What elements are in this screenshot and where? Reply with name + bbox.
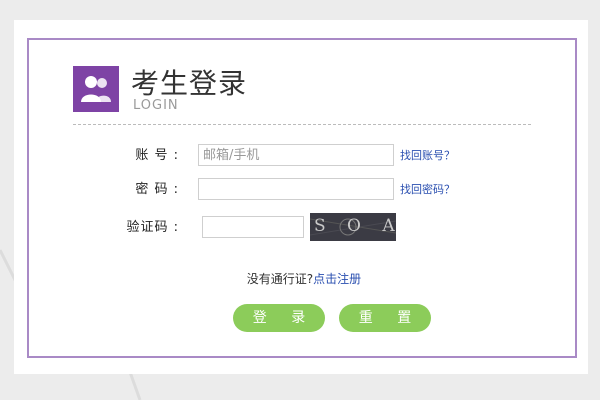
captcha-label: 验证码 : bbox=[126, 220, 179, 235]
captcha-image[interactable]: S O A J bbox=[310, 213, 396, 241]
register-prompt: 没有通行证?点击注册 bbox=[29, 270, 579, 287]
login-panel: 考生登录 LOGIN 账 号 : 找回账号？ 密 码 : 找回密码？ 验证码 : bbox=[27, 38, 577, 358]
captcha-row: 验证码 : S O A J bbox=[29, 213, 579, 241]
password-label: 密 码 : bbox=[135, 182, 179, 197]
account-label: 账 号 : bbox=[135, 148, 179, 163]
reset-button[interactable]: 重 置 bbox=[339, 304, 431, 332]
login-button[interactable]: 登 录 bbox=[233, 304, 325, 332]
page-title: 考生登录 bbox=[131, 67, 248, 100]
captcha-text: S O A J bbox=[314, 216, 395, 236]
users-icon bbox=[73, 66, 119, 112]
forgot-account-link[interactable]: 找回账号？ bbox=[400, 144, 455, 168]
account-row: 账 号 : 找回账号？ bbox=[29, 144, 579, 168]
page-area: 考生登录 LOGIN 账 号 : 找回账号？ 密 码 : 找回密码？ 验证码 : bbox=[14, 20, 588, 374]
register-text: 没有通行证? bbox=[246, 272, 314, 286]
page-subtitle: LOGIN bbox=[133, 98, 179, 113]
forgot-password-link[interactable]: 找回密码？ bbox=[400, 178, 455, 202]
header-divider bbox=[73, 124, 531, 125]
password-input[interactable] bbox=[198, 178, 394, 200]
account-input[interactable] bbox=[198, 144, 394, 166]
password-row: 密 码 : 找回密码？ bbox=[29, 178, 579, 202]
register-link[interactable]: 点击注册 bbox=[313, 272, 361, 286]
captcha-input[interactable] bbox=[202, 216, 304, 238]
